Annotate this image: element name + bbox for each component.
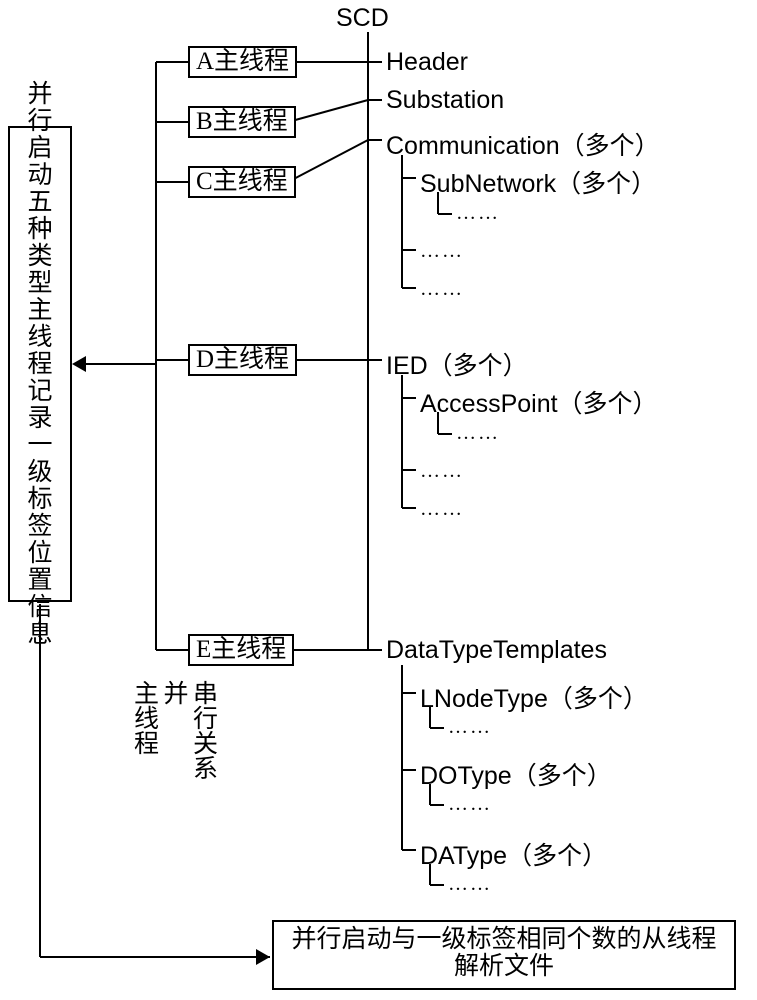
ellipsis: …… (456, 202, 500, 225)
ellipsis: …… (420, 240, 464, 263)
ellipsis: …… (420, 278, 464, 301)
node-subnetwork: SubNetwork（多个） (420, 164, 656, 200)
left-vertical-box: 并行启动五种类型主线程记录一级标签位置信息 (8, 126, 72, 602)
thread-box-c: C主线程 (188, 166, 296, 198)
node-substation: Substation (386, 86, 504, 115)
ellipsis: …… (448, 716, 492, 739)
thread-box-b: B主线程 (188, 106, 296, 138)
thread-box-a: A主线程 (188, 46, 297, 78)
mid-vtext-col-1: 主线程 (130, 680, 158, 780)
ellipsis: …… (456, 422, 500, 445)
node-datype: DAType（多个） (420, 836, 607, 872)
ellipsis: …… (448, 873, 492, 896)
ellipsis: …… (420, 498, 464, 521)
left-box-text: 并行启动五种类型主线程记录一级标签位置信息 (27, 81, 52, 648)
mid-vtext-col-3-text: 串行关系 (189, 680, 217, 780)
node-lnodetype: LNodeType（多个） (420, 679, 648, 715)
node-accesspoint: AccessPoint（多个） (420, 384, 658, 420)
mid-vertical-text: 主线程 并 串行关系 (130, 680, 219, 780)
node-datatypetemplates: DataTypeTemplates (386, 636, 607, 665)
mid-vtext-col-1-text: 主线程 (130, 680, 158, 755)
node-ied: IED（多个） (386, 346, 528, 382)
diagram-root: SCD 并行启动五种类型主线程记录一级标签位置信息 A主线程 B主线程 C主线程… (0, 0, 757, 1000)
mid-vtext-col-2-text: 并 (160, 680, 188, 705)
mid-vtext-col-3: 串行关系 (189, 680, 217, 780)
node-dotype: DOType（多个） (420, 756, 612, 792)
bottom-box: 并行启动与一级标签相同个数的从线程解析文件 (272, 920, 736, 990)
node-header: Header (386, 48, 468, 77)
thread-box-e: E主线程 (188, 634, 294, 666)
ellipsis: …… (448, 793, 492, 816)
mid-vtext-col-2: 并 (160, 680, 188, 780)
thread-box-d: D主线程 (188, 344, 297, 376)
bottom-box-text: 并行启动与一级标签相同个数的从线程解析文件 (291, 926, 716, 980)
node-communication: Communication（多个） (386, 126, 660, 162)
arrow-left-icon (72, 356, 86, 372)
ellipsis: …… (420, 460, 464, 483)
root-label: SCD (336, 4, 389, 33)
